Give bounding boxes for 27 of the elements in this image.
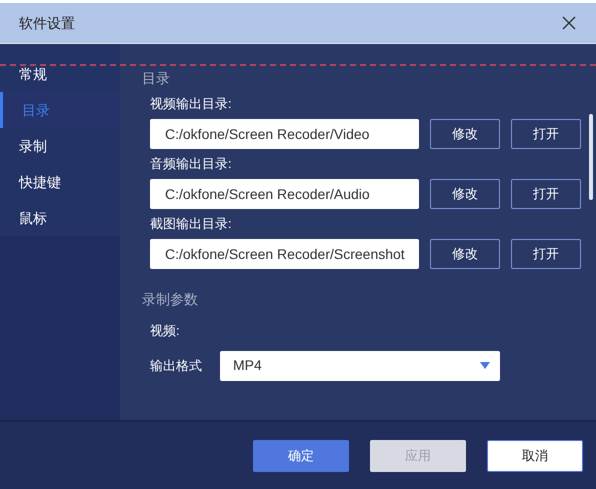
path-field[interactable]: C:/okfone/Screen Recoder/Screenshot (150, 239, 419, 269)
scrollbar[interactable] (589, 114, 593, 200)
dialog-button[interactable]: 取消 (487, 440, 583, 472)
section-heading: 目录 (142, 69, 171, 88)
open-button[interactable]: 打开 (511, 239, 581, 269)
field-label: 音频输出目录: (150, 155, 233, 173)
sidebar-item[interactable]: 录制 (0, 128, 120, 164)
path-field[interactable]: C:/okfone/Screen Recoder/Video (150, 119, 419, 149)
dialog-button[interactable]: 确定 (253, 440, 349, 472)
format-dropdown[interactable]: MP4 (220, 350, 500, 380)
sidebar-item[interactable]: 常规 (0, 56, 120, 92)
sidebar-item[interactable]: 快捷键 (0, 164, 120, 200)
field-label: 截图输出目录: (150, 215, 233, 233)
change-button[interactable]: 修改 (430, 179, 500, 209)
caret-icon (480, 362, 490, 369)
change-button[interactable]: 修改 (430, 119, 500, 149)
window-title: 软件设置 (19, 14, 75, 32)
subsection-label: 视频: (150, 322, 181, 340)
open-button[interactable]: 打开 (511, 179, 581, 209)
close-icon[interactable] (561, 15, 577, 31)
path-field[interactable]: C:/okfone/Screen Recoder/Audio (150, 179, 419, 209)
open-button[interactable]: 打开 (511, 119, 581, 149)
change-button[interactable]: 修改 (430, 239, 500, 269)
field-label: 视频输出目录: (150, 95, 233, 113)
field-label: 输出格式 (150, 356, 203, 375)
sidebar-item[interactable]: 鼠标 (0, 200, 120, 236)
section-heading: 录制参数 (142, 290, 199, 309)
